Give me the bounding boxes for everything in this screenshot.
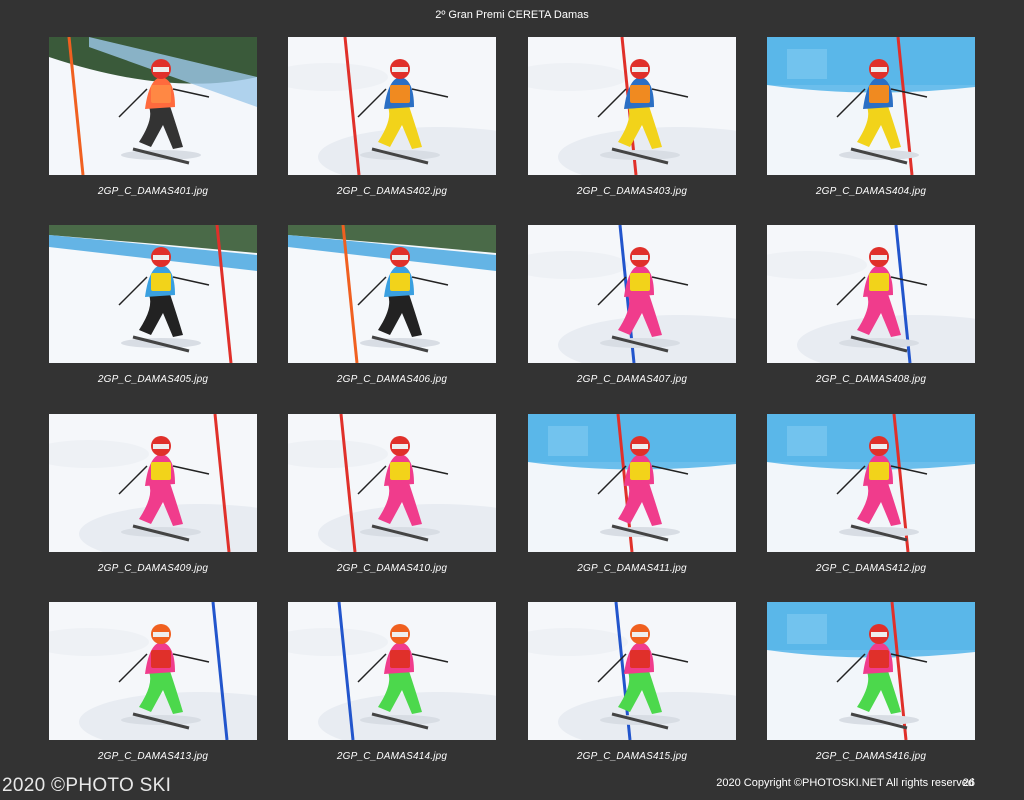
photo-filename: 2GP_C_DAMAS413.jpg (97, 751, 209, 762)
skier-photo (528, 37, 736, 175)
skier-photo (767, 225, 975, 363)
photo-thumbnail[interactable] (767, 602, 975, 740)
photo-filename: 2GP_C_DAMAS401.jpg (97, 186, 209, 197)
photo-item[interactable]: 2GP_C_DAMAS406.jpg (288, 225, 496, 395)
photo-thumbnail[interactable] (528, 37, 736, 175)
photo-filename: 2GP_C_DAMAS416.jpg (815, 751, 927, 762)
skier-photo (49, 225, 257, 363)
photo-filename: 2GP_C_DAMAS404.jpg (815, 186, 927, 197)
photo-filename: 2GP_C_DAMAS411.jpg (577, 563, 687, 574)
watermark-text: 2020 ©PHOTO SKI (2, 775, 172, 796)
photo-thumbnail[interactable] (767, 225, 975, 363)
skier-photo (49, 37, 257, 175)
photo-filename: 2GP_C_DAMAS409.jpg (97, 563, 209, 574)
photo-item[interactable]: 2GP_C_DAMAS401.jpg (49, 37, 257, 207)
skier-photo (528, 414, 736, 552)
photo-thumbnail[interactable] (288, 37, 496, 175)
photo-thumbnail[interactable] (528, 414, 736, 552)
copyright-text: 2020 Copyright ©PHOTOSKI.NET All rights … (716, 777, 974, 789)
photo-thumbnail[interactable] (288, 225, 496, 363)
photo-filename: 2GP_C_DAMAS405.jpg (97, 374, 209, 385)
photo-thumbnail[interactable] (49, 37, 257, 175)
photo-thumbnail[interactable] (49, 225, 257, 363)
photo-item[interactable]: 2GP_C_DAMAS411.jpg (528, 414, 736, 584)
photo-filename: 2GP_C_DAMAS412.jpg (815, 563, 927, 574)
skier-photo (288, 37, 496, 175)
photo-filename: 2GP_C_DAMAS403.jpg (576, 186, 688, 197)
photo-item[interactable]: 2GP_C_DAMAS416.jpg (767, 602, 975, 772)
photo-item[interactable]: 2GP_C_DAMAS408.jpg (767, 225, 975, 395)
photo-item[interactable]: 2GP_C_DAMAS415.jpg (528, 602, 736, 772)
photo-item[interactable]: 2GP_C_DAMAS404.jpg (767, 37, 975, 207)
photo-filename: 2GP_C_DAMAS410.jpg (336, 563, 448, 574)
photo-filename: 2GP_C_DAMAS407.jpg (576, 374, 688, 385)
photo-item[interactable]: 2GP_C_DAMAS410.jpg (288, 414, 496, 584)
photo-filename: 2GP_C_DAMAS414.jpg (336, 751, 448, 762)
photo-item[interactable]: 2GP_C_DAMAS403.jpg (528, 37, 736, 207)
photo-thumbnail[interactable] (767, 414, 975, 552)
skier-photo (528, 602, 736, 740)
skier-photo (49, 414, 257, 552)
skier-photo (288, 225, 496, 363)
photo-thumbnail[interactable] (767, 37, 975, 175)
photo-thumbnail[interactable] (528, 602, 736, 740)
skier-photo (528, 225, 736, 363)
photo-item[interactable]: 2GP_C_DAMAS402.jpg (288, 37, 496, 207)
skier-photo (767, 602, 975, 740)
page-title: 2º Gran Premi CERETA Damas (435, 9, 589, 21)
photo-thumbnail[interactable] (288, 414, 496, 552)
photo-thumbnail[interactable] (49, 602, 257, 740)
skier-photo (767, 37, 975, 175)
photo-item[interactable]: 2GP_C_DAMAS412.jpg (767, 414, 975, 584)
skier-photo (288, 414, 496, 552)
skier-photo (767, 414, 975, 552)
photo-thumbnail[interactable] (288, 602, 496, 740)
photo-filename: 2GP_C_DAMAS402.jpg (336, 186, 448, 197)
photo-item[interactable]: 2GP_C_DAMAS409.jpg (49, 414, 257, 584)
photo-item[interactable]: 2GP_C_DAMAS407.jpg (528, 225, 736, 395)
photo-contact-sheet: 2GP_C_DAMAS401.jpg 2GP_C_DAMAS402.jpg 2G… (49, 37, 979, 762)
photo-item[interactable]: 2GP_C_DAMAS413.jpg (49, 602, 257, 772)
photo-thumbnail[interactable] (528, 225, 736, 363)
page-number: 26 (962, 777, 975, 789)
photo-filename: 2GP_C_DAMAS406.jpg (336, 374, 448, 385)
photo-filename: 2GP_C_DAMAS408.jpg (815, 374, 927, 385)
photo-thumbnail[interactable] (49, 414, 257, 552)
photo-item[interactable]: 2GP_C_DAMAS405.jpg (49, 225, 257, 395)
photo-filename: 2GP_C_DAMAS415.jpg (576, 751, 688, 762)
skier-photo (288, 602, 496, 740)
skier-photo (49, 602, 257, 740)
photo-item[interactable]: 2GP_C_DAMAS414.jpg (288, 602, 496, 772)
